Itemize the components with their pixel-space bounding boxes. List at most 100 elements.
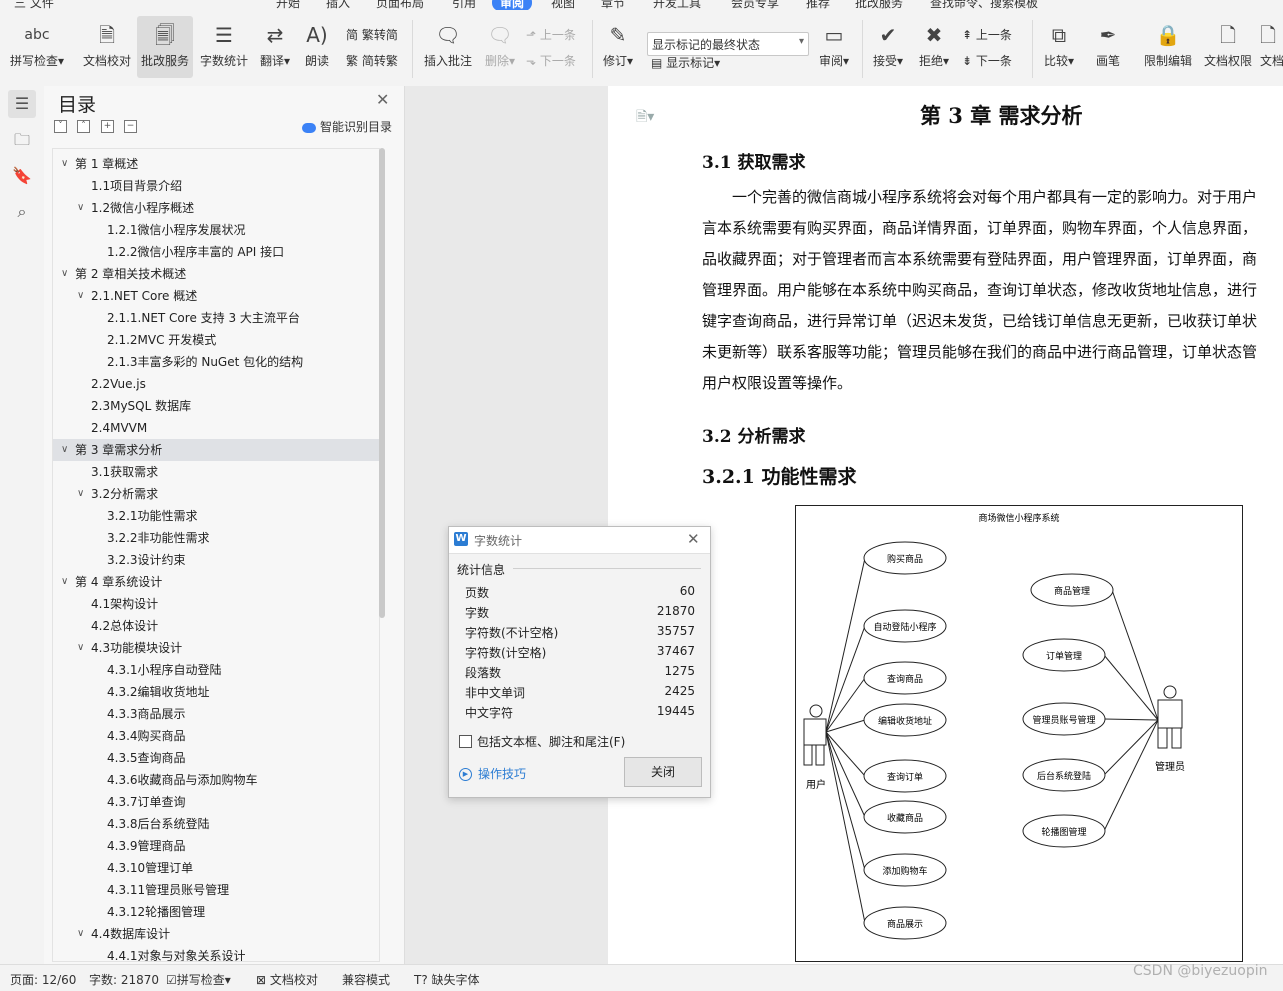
show-markup-button[interactable]: ▤ 显示标记▾: [651, 54, 720, 71]
toc-item[interactable]: 3.1获取需求: [53, 461, 379, 483]
word-count-button[interactable]: ☰ 字数统计: [196, 16, 252, 78]
menu-tab[interactable]: 插入: [326, 0, 350, 10]
menu-tab[interactable]: 开发工具: [653, 0, 701, 10]
chevron-down-icon[interactable]: ∨: [61, 263, 68, 285]
search-icon[interactable]: ⌕: [8, 198, 36, 226]
pen-button[interactable]: ✒ 画笔: [1088, 16, 1128, 78]
insert-comment-button[interactable]: 🗨 插入批注: [420, 16, 476, 78]
toc-item[interactable]: 4.1架构设计: [53, 593, 379, 615]
smart-toc-button[interactable]: 智能识别目录: [302, 118, 392, 135]
toc-item[interactable]: ∨ 3.2分析需求: [53, 483, 379, 505]
page-doc-icon[interactable]: 🗎▾: [636, 106, 654, 130]
spell-check-status[interactable]: ☑拼写检查▾: [166, 971, 231, 988]
toc-item[interactable]: 2.4MVVM: [53, 417, 379, 439]
chevron-down-icon[interactable]: ∨: [61, 153, 68, 175]
menu-tab[interactable]: 章节: [601, 0, 625, 10]
toc-item[interactable]: ∨ 1.2微信小程序概述: [53, 197, 379, 219]
toc-item[interactable]: ∨ 第 2 章相关技术概述: [53, 263, 379, 285]
bookmark-icon[interactable]: 🔖: [8, 162, 36, 190]
simp-to-trad-button[interactable]: 繁 简转繁: [346, 52, 398, 69]
close-icon[interactable]: ✕: [687, 530, 700, 548]
toc-item[interactable]: 4.3.3商品展示: [53, 703, 379, 725]
translate-button[interactable]: ⇄ 翻译▾: [254, 16, 296, 78]
document-page[interactable]: 🗎▾ 第 3 章 需求分析 3.1 获取需求 一个完善的微信商城小程序系统将会对…: [608, 86, 1283, 964]
reject-button[interactable]: ✖ 拒绝▾: [914, 16, 954, 78]
toc-item[interactable]: ∨ 2.1.NET Core 概述: [53, 285, 379, 307]
menu-tab[interactable]: 查找命令、搜索模板: [930, 0, 1038, 10]
toc-item[interactable]: 3.2.1功能性需求: [53, 505, 379, 527]
toc-item[interactable]: 2.1.2MVC 开发模式: [53, 329, 379, 351]
doc-proofread-button[interactable]: 🗎 文档校对: [78, 16, 136, 78]
chevron-down-icon[interactable]: ∨: [77, 197, 84, 219]
prev-change-button[interactable]: ⇞ 上一条: [962, 26, 1012, 43]
toc-item[interactable]: ∨ 第 3 章需求分析: [53, 439, 379, 461]
toc-item[interactable]: 4.3.6收藏商品与添加购物车: [53, 769, 379, 791]
toc-item[interactable]: ∨ 4.3功能模块设计: [53, 637, 379, 659]
toc-item[interactable]: 4.3.2编辑收货地址: [53, 681, 379, 703]
menu-tab[interactable]: 批改服务: [855, 0, 903, 10]
toc-item[interactable]: 2.1.1.NET Core 支持 3 大主流平台: [53, 307, 379, 329]
menu-tab[interactable]: 页面布局: [376, 0, 424, 10]
toc-item[interactable]: 4.3.10管理订单: [53, 857, 379, 879]
folder-icon[interactable]: 🗀: [8, 126, 36, 154]
toc-item[interactable]: 1.1项目背景介绍: [53, 175, 379, 197]
toc-item[interactable]: ∨ 4.4数据库设计: [53, 923, 379, 945]
toc-icon[interactable]: ☰: [8, 90, 36, 118]
include-notes-checkbox[interactable]: [459, 735, 472, 748]
toc-item[interactable]: 2.3MySQL 数据库: [53, 395, 379, 417]
menu-tab[interactable]: 三 文件: [14, 0, 54, 10]
doc-more-button[interactable]: 🗋 文档: [1260, 16, 1283, 78]
toc-item[interactable]: 4.3.9管理商品: [53, 835, 379, 857]
toc-item[interactable]: ∨ 第 4 章系统设计: [53, 571, 379, 593]
toc-item[interactable]: 4.3.12轮播图管理: [53, 901, 379, 923]
collapse-all-icon[interactable]: ˅: [54, 120, 67, 133]
toc-item[interactable]: 2.1.3丰富多彩的 NuGet 包化的结构: [53, 351, 379, 373]
menu-tab[interactable]: 推荐: [806, 0, 830, 10]
toc-item[interactable]: 3.2.2非功能性需求: [53, 527, 379, 549]
proofread-status[interactable]: ⊠ 文档校对: [256, 971, 318, 988]
toc-item[interactable]: 4.2总体设计: [53, 615, 379, 637]
doc-permission-button[interactable]: 🗋 文档权限: [1200, 16, 1256, 78]
add-heading-icon[interactable]: +: [101, 120, 114, 133]
correction-service-button[interactable]: 🗐 批改服务: [137, 16, 193, 78]
include-notes-label[interactable]: 包括文本框、脚注和尾注(F): [477, 733, 625, 750]
expand-all-icon[interactable]: ˄: [77, 120, 90, 133]
missing-font-status[interactable]: T? 缺失字体: [414, 971, 480, 988]
close-button[interactable]: 关闭: [624, 757, 702, 787]
toc-item[interactable]: 4.3.5查询商品: [53, 747, 379, 769]
toc-item[interactable]: 4.3.1小程序自动登陆: [53, 659, 379, 681]
chevron-down-icon[interactable]: ∨: [77, 637, 84, 659]
prev-comment-button[interactable]: ⬏ 上一条: [526, 26, 576, 43]
remove-heading-icon[interactable]: −: [124, 120, 137, 133]
toc-item[interactable]: 2.2Vue.js: [53, 373, 379, 395]
next-change-button[interactable]: ⇟ 下一条: [962, 52, 1012, 69]
compare-button[interactable]: ⧉ 比较▾: [1038, 16, 1080, 78]
toc-item[interactable]: ∨ 第 1 章概述: [53, 153, 379, 175]
toc-item[interactable]: 3.2.3设计约束: [53, 549, 379, 571]
trad-to-simp-button[interactable]: 简 繁转简: [346, 26, 398, 43]
tips-link[interactable]: ▶ 操作技巧: [459, 765, 526, 782]
toc-item[interactable]: 4.3.4购买商品: [53, 725, 379, 747]
toc-scrollbar[interactable]: [379, 148, 385, 618]
toc-item[interactable]: 1.2.2微信小程序丰富的 API 接口: [53, 241, 379, 263]
accept-button[interactable]: ✔ 接受▾: [868, 16, 908, 78]
markup-state-select[interactable]: 显示标记的最终状态 ▾: [647, 32, 809, 56]
dialog-titlebar[interactable]: W 字数统计 ✕: [449, 527, 710, 554]
toc-item[interactable]: 4.4.1对象与对象关系设计: [53, 945, 379, 961]
read-aloud-button[interactable]: A) 朗读: [298, 16, 336, 78]
menu-tab[interactable]: 会员专享: [731, 0, 779, 10]
chevron-down-icon[interactable]: ∨: [61, 439, 68, 461]
restrict-editing-button[interactable]: 🔒 限制编辑: [1140, 16, 1196, 78]
chevron-down-icon[interactable]: ∨: [61, 571, 68, 593]
menu-tab[interactable]: 视图: [551, 0, 575, 10]
spell-check-button[interactable]: abc 拼写检查▾: [8, 16, 66, 78]
toc-item[interactable]: 1.2.1微信小程序发展状况: [53, 219, 379, 241]
chevron-down-icon[interactable]: ∨: [77, 285, 84, 307]
menu-tab[interactable]: 审阅: [492, 0, 533, 10]
chevron-down-icon[interactable]: ∨: [77, 923, 84, 945]
menu-tab[interactable]: 引用: [452, 0, 476, 10]
next-comment-button[interactable]: ⬎ 下一条: [526, 52, 576, 69]
page-indicator[interactable]: 页面: 12/60: [10, 971, 76, 988]
review-pane-button[interactable]: ▭ 审阅▾: [814, 16, 854, 78]
close-icon[interactable]: ✕: [376, 90, 389, 109]
